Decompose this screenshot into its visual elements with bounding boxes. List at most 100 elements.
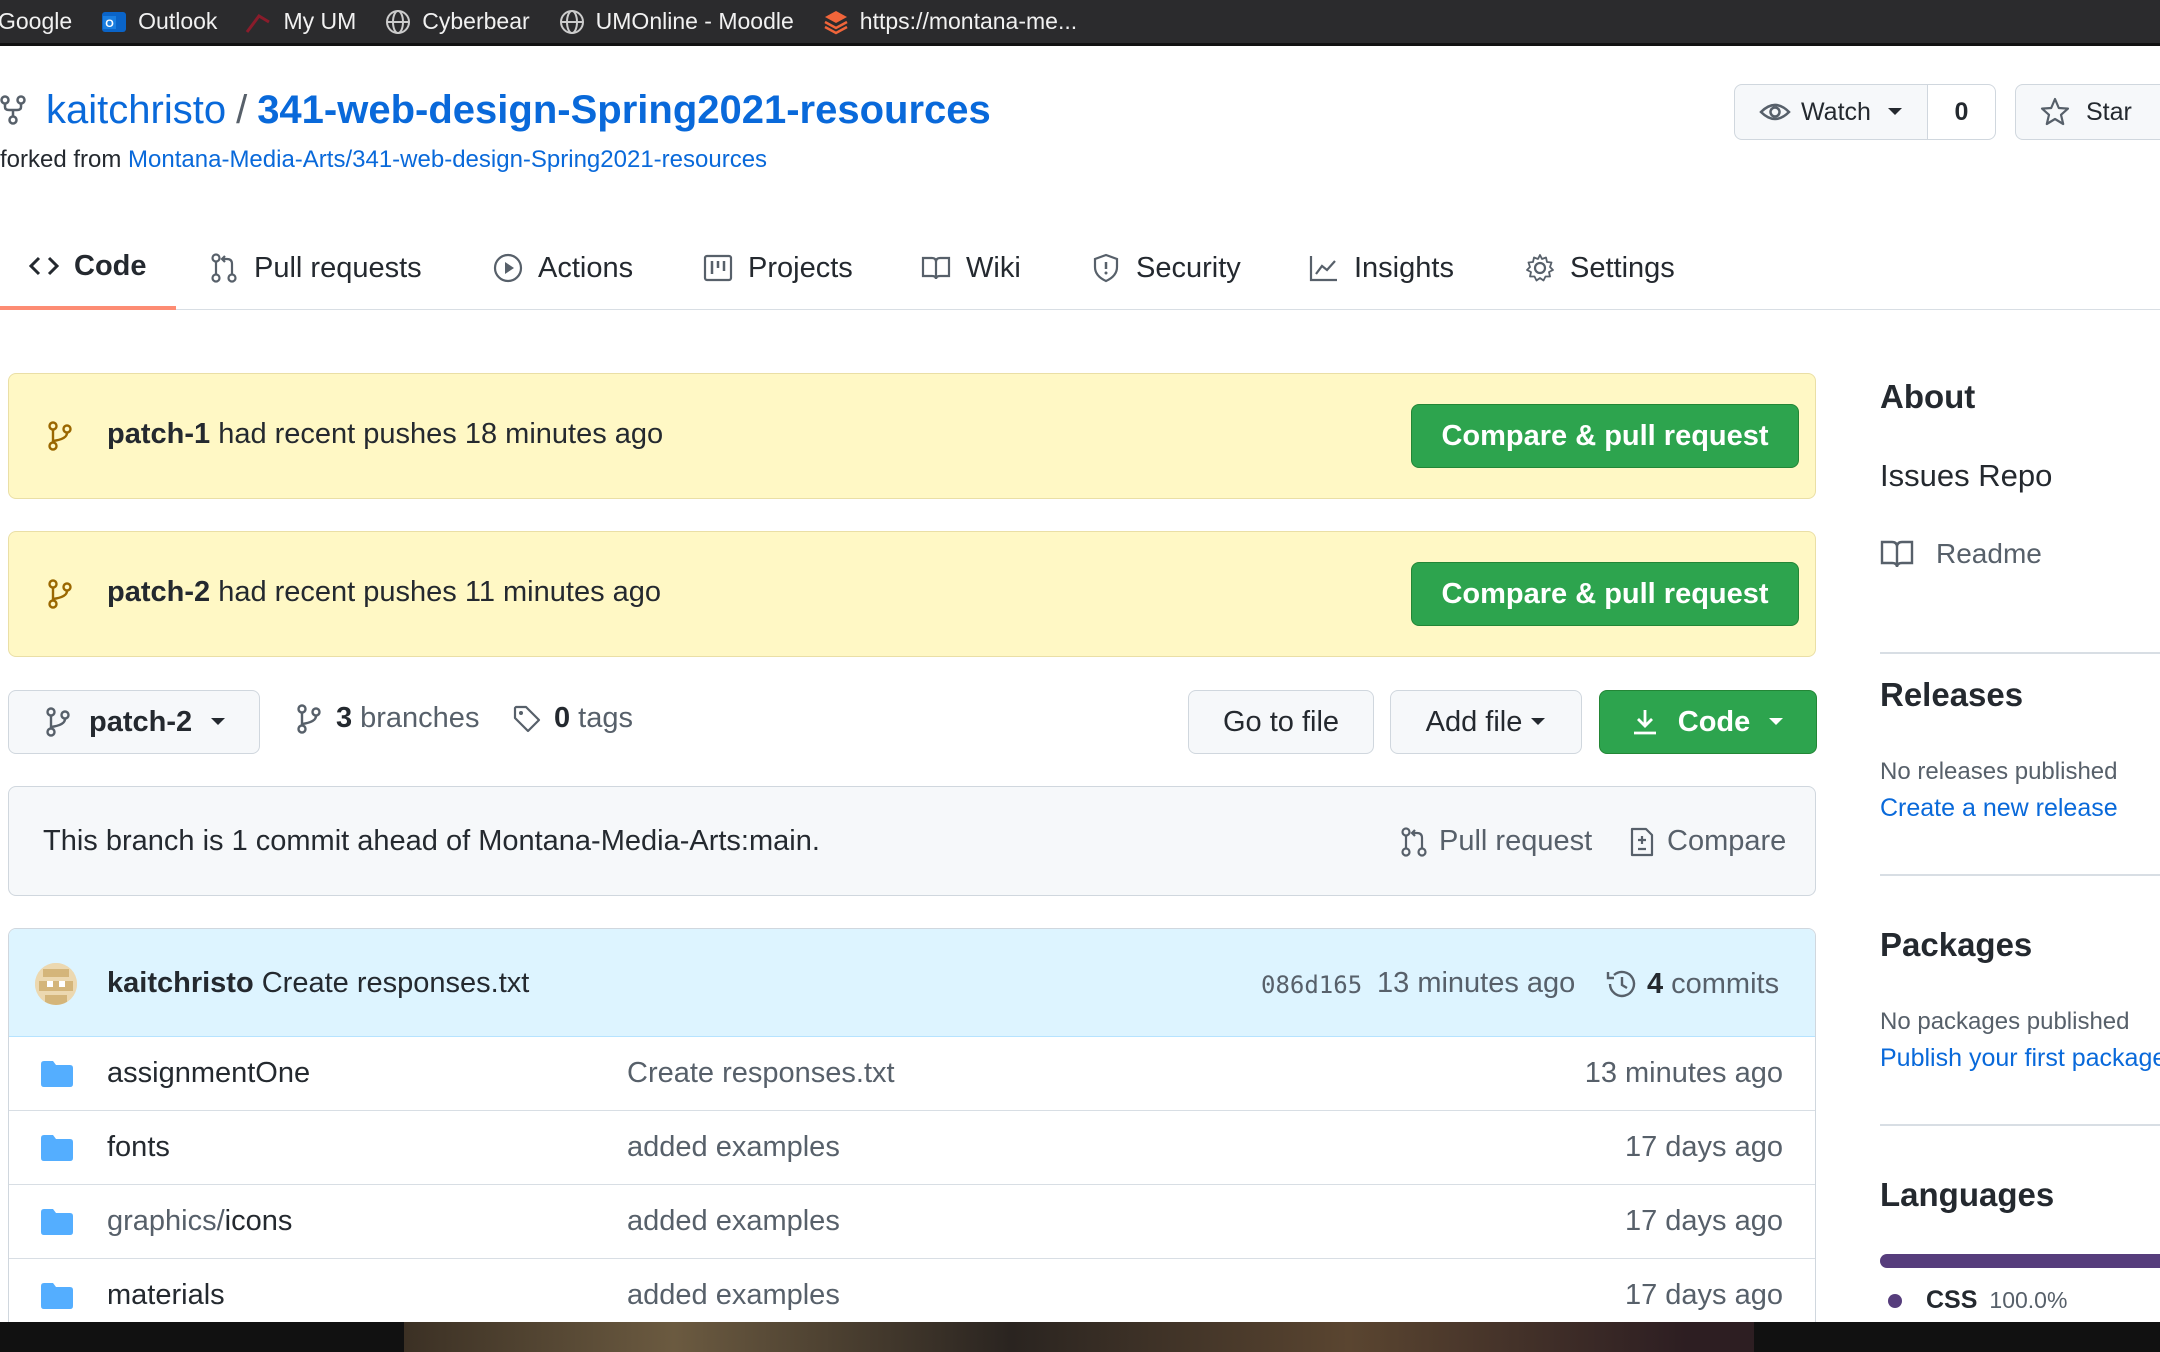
file-path-prefix: graphics/ [107,1205,225,1237]
book-icon [1880,540,1914,568]
publish-package-link[interactable]: Publish your first package [1880,1044,2160,1073]
watch-count[interactable]: 0 [1928,84,1996,140]
create-release-link[interactable]: Create a new release [1880,794,2160,823]
compare-label: Compare [1667,825,1787,857]
bookmark-my-um[interactable]: My UM [245,8,356,36]
no-releases-text: No releases published [1880,758,2118,785]
tab-label: Projects [748,251,853,284]
file-commit-message[interactable]: Create responses.txt [627,1057,895,1090]
avatar[interactable] [35,963,77,1005]
readme-link[interactable]: Readme [1880,538,2160,570]
bookmark-moodle[interactable]: UMOnline - Moodle [558,8,794,36]
file-name[interactable]: graphics/icons [107,1205,292,1238]
banner-branch[interactable]: patch-1 [107,418,210,450]
tab-security[interactable]: Security [1090,226,1241,310]
repo-description: Issues Repo [1880,458,2053,493]
caret-down-icon [1531,718,1546,725]
book-icon [921,256,951,280]
repo-name-link[interactable]: 341-web-design-Spring2021-resources [257,88,991,133]
git-branch-icon [48,421,72,451]
tab-actions[interactable]: Actions [492,226,633,310]
repo-owner-link[interactable]: kaitchristo [46,88,226,133]
commits-label: commits [1671,967,1780,1000]
history-icon [1606,970,1636,998]
packages-heading[interactable]: Packages [1880,926,2160,964]
branches-label: branches [360,702,480,734]
tab-settings[interactable]: Settings [1524,226,1675,310]
language-bar [1880,1254,2160,1268]
file-name[interactable]: materials [107,1279,225,1312]
svg-text:O: O [105,18,114,30]
git-branch-icon [297,703,321,734]
star-label: Star [2086,97,2132,126]
banner-branch[interactable]: patch-2 [107,576,210,608]
video-overlay [404,1322,1754,1352]
repo-title: kaitchristo / 341-web-design-Spring2021-… [46,88,991,133]
tags-link[interactable]: 0 tags [512,702,633,735]
file-name[interactable]: assignmentOne [107,1057,310,1090]
bookmark-label: UMOnline - Moodle [595,8,794,34]
compare-pull-request-button[interactable]: Compare & pull request [1411,404,1799,468]
tab-insights[interactable]: Insights [1308,226,1454,310]
file-row: fonts added examples 17 days ago [9,1111,1815,1185]
pull-request-link[interactable]: Pull request [1399,825,1592,858]
languages-heading: Languages [1880,1176,2055,1213]
pull-request-icon [211,253,237,283]
repo-separator: / [236,87,248,132]
project-icon [703,254,733,282]
branches-link[interactable]: 3 branches [294,702,479,735]
commit-time: 13 minutes ago [1377,967,1576,999]
tab-projects[interactable]: Projects [702,226,853,310]
file-name-text: assignmentOne [107,1057,311,1089]
star-button[interactable]: Star [2015,84,2160,140]
repo-forked-icon [0,95,26,125]
tab-code[interactable]: Code [0,226,176,310]
tab-wiki[interactable]: Wiki [920,226,1021,310]
tab-label: Code [74,249,147,282]
tags-label: tags [578,702,633,734]
caret-down-icon [1887,108,1902,115]
repo-nav-tabs: Code Pull requests Actions Projects Wiki… [0,226,2160,310]
tab-label: Insights [1354,251,1454,284]
code-label: Code [1677,705,1751,738]
compare-pull-request-button[interactable]: Compare & pull request [1411,562,1799,626]
sidebar-divider [1880,1124,2160,1126]
caret-down-icon [1769,718,1784,725]
file-name[interactable]: fonts [107,1131,170,1164]
folder-icon [41,1209,73,1235]
play-icon [493,253,523,283]
forked-source-link[interactable]: Montana-Media-Arts/341-web-design-Spring… [128,146,767,173]
add-file-button[interactable]: Add file [1390,690,1582,754]
go-to-file-button[interactable]: Go to file [1188,690,1374,754]
language-item[interactable]: CSS 100.0% [1880,1286,2160,1315]
readme-label: Readme [1936,538,2042,569]
bookmark-label: Google [0,8,73,34]
tab-label: Settings [1570,251,1675,284]
file-list: kaitchristo Create responses.txt 086d165… [8,928,1816,1352]
bookmark-outlook[interactable]: O Outlook [100,8,217,36]
code-download-button[interactable]: Code [1599,690,1817,754]
commits-link[interactable]: 4 commits [1605,967,1779,1001]
file-commit-message[interactable]: added examples [627,1279,840,1312]
git-branch-icon [48,579,72,609]
watch-group: Watch 0 [1734,84,1996,140]
bookmark-cyberbear[interactable]: Cyberbear [384,8,530,36]
compare-link[interactable]: Compare [1627,825,1786,858]
file-age: 17 days ago [1624,1279,1783,1311]
tab-pull-requests[interactable]: Pull requests [208,226,422,310]
pull-request-icon [1401,826,1427,857]
layers-icon [824,10,848,34]
commit-author[interactable]: kaitchristo [107,967,254,999]
file-commit-message[interactable]: added examples [627,1205,840,1238]
branch-select-button[interactable]: patch-2 [8,690,260,754]
file-age: 13 minutes ago [1584,1057,1783,1089]
sidebar-divider [1880,874,2160,876]
commit-message[interactable]: Create responses.txt [262,967,530,999]
file-commit-message[interactable]: added examples [627,1131,840,1164]
bookmark-label: https://montana-me... [859,8,1078,34]
releases-heading[interactable]: Releases [1880,676,2160,714]
commit-sha[interactable]: 086d165 [1261,971,1362,999]
bookmark-google[interactable]: Google [0,8,72,35]
bookmark-montana-media[interactable]: https://montana-me... [822,8,1077,36]
watch-button[interactable]: Watch [1734,84,1928,140]
